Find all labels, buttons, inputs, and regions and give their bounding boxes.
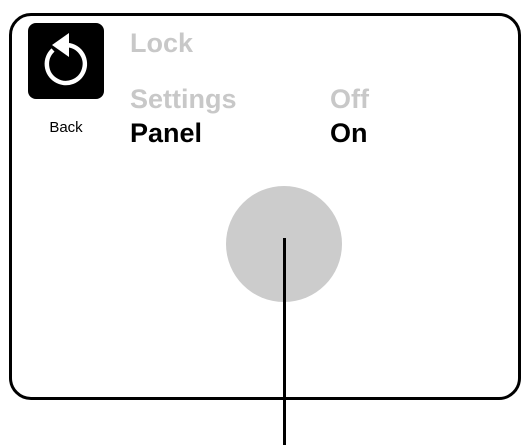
menu-row-label: Settings [130, 84, 237, 114]
menu-row-panel[interactable]: Panel On [130, 118, 430, 150]
menu-row-label: Panel [130, 118, 203, 148]
undo-arrow-icon [44, 33, 88, 86]
menu-row-settings[interactable]: Settings Off [130, 84, 430, 116]
back-button-label: Back [49, 119, 83, 136]
back-button[interactable] [28, 23, 104, 109]
back-button-tile[interactable] [28, 23, 104, 99]
menu-title: Lock [130, 28, 194, 58]
menu-row-value: On [330, 118, 368, 148]
pointer-line [283, 238, 286, 445]
menu-row-value: Off [330, 84, 369, 114]
